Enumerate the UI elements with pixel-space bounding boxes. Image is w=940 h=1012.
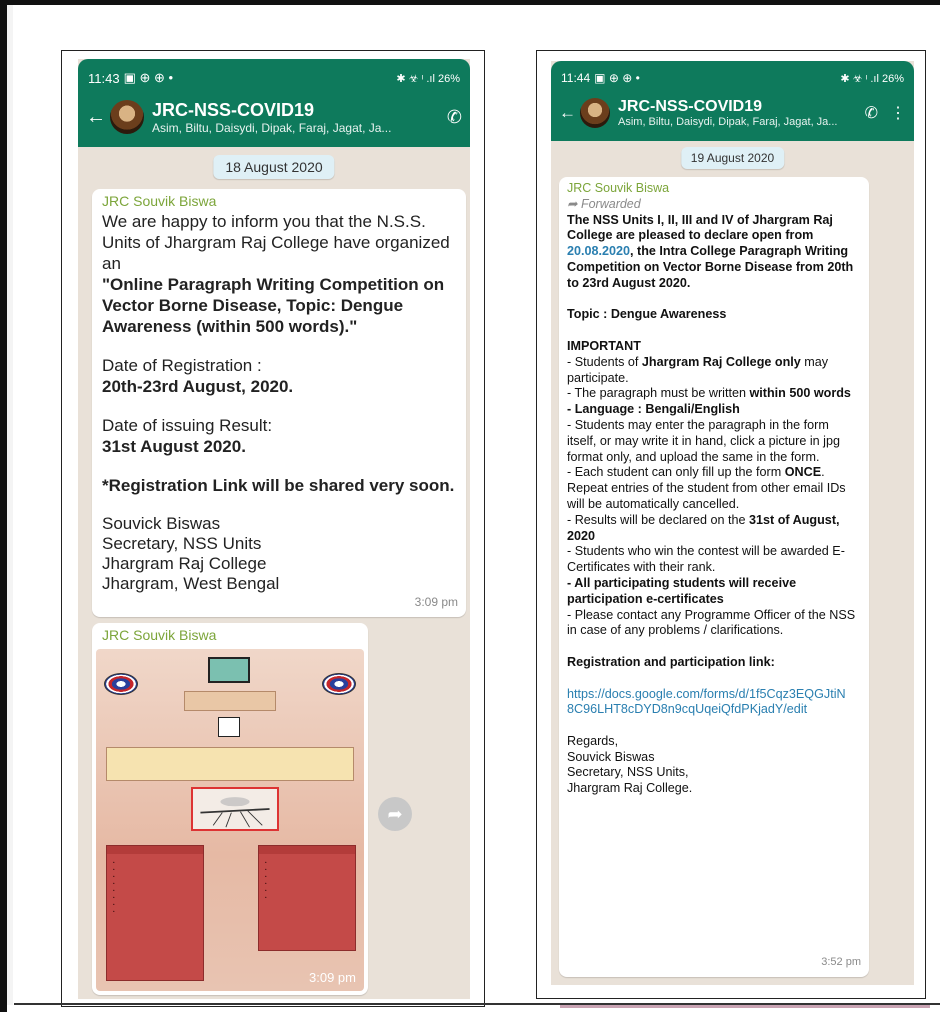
system-status-icons: ✱ ☣ ᶦ .ıl 26% [396, 72, 460, 85]
message-bubble[interactable]: JRC Souvik Biswa ➦ Forwarded The NSS Uni… [559, 177, 869, 977]
add-call-icon[interactable]: ✆ [447, 107, 462, 128]
message-time: 3:52 pm [821, 956, 861, 969]
registration-note: *Registration Link will be shared very s… [102, 476, 455, 495]
rule-item: - The paragraph must be written within 5… [567, 386, 851, 401]
phone-screen-right: 11:44 ▣ ⊕ ⊕ • ✱ ☣ ᶦ .ıl 26% ← JRC-NSS-CO… [551, 61, 914, 985]
rule-item: - Students may enter the paragraph in th… [567, 417, 840, 464]
chat-toolbar: ← JRC-NSS-COVID19 Asim, Biltu, Daisydi, … [78, 91, 470, 143]
group-avatar[interactable] [580, 98, 610, 128]
rule-item: - Please contact any Programme Officer o… [567, 607, 856, 638]
poster-image[interactable]: • • • • • • • • • • • • • • 3:09 pm [96, 649, 364, 991]
prevention-panel: • • • • • • [258, 845, 356, 951]
chat-title: JRC-NSS-COVID19 [152, 99, 315, 120]
message-sender[interactable]: JRC Souvik Biswa [102, 193, 456, 209]
competition-title: "Online Paragraph Writing Competition on… [102, 275, 445, 336]
rule-item: - Results will be declared on the 31st o… [567, 512, 840, 543]
date-link[interactable]: 20.08.2020 [567, 244, 630, 258]
chat-members: Asim, Biltu, Daisydi, Dipak, Faraj, Jaga… [152, 120, 392, 135]
date-separator: 18 August 2020 [213, 155, 335, 179]
clock: 11:44 [561, 71, 591, 85]
date-separator: 19 August 2020 [680, 147, 785, 169]
mosquito-image [191, 787, 279, 831]
signature: Souvick Biswas Secretary, NSS Units Jhar… [102, 514, 280, 593]
add-call-icon[interactable]: ✆ [865, 103, 878, 123]
forward-share-icon[interactable]: ➦ [378, 797, 412, 831]
topic: Topic : Dengue Awareness [567, 307, 727, 322]
back-arrow-icon[interactable]: ← [559, 103, 576, 123]
more-options-icon[interactable]: ⋮ [890, 103, 906, 123]
nss-emblem-icon [208, 657, 250, 683]
symptoms-panel: • • • • • • • • [106, 845, 204, 981]
rule-item: - Students of Jhargram Raj College only … [567, 354, 829, 385]
chat-toolbar: ← JRC-NSS-COVID19 Asim, Biltu, Daisydi, … [551, 89, 914, 137]
rule-item: - Language : Bengali/English [567, 402, 740, 417]
clock: 11:43 [88, 70, 120, 86]
group-avatar[interactable] [110, 100, 144, 134]
page-bottom-accent [560, 1005, 930, 1008]
forward-arrow-icon: ➦ [567, 196, 578, 211]
phone-screen-left: 11:43 ▣ ⊕ ⊕ • ✱ ☣ ᶦ .ıl 26% ← JRC-NSS-CO… [78, 59, 470, 999]
rule-item: - All participating students will receiv… [567, 575, 797, 606]
message-time: 3:09 pm [309, 970, 356, 985]
signature: Regards, Souvick Biswas Secretary, NSS U… [567, 733, 693, 796]
system-status-icons: ✱ ☣ ᶦ .ıl 26% [840, 72, 904, 85]
scan-edge [7, 5, 13, 1005]
message-time: 3:09 pm [414, 595, 458, 609]
message-sender[interactable]: JRC Souvik Biswa [102, 627, 364, 643]
screenshot-card-left: 11:43 ▣ ⊕ ⊕ • ✱ ☣ ᶦ .ıl 26% ← JRC-NSS-CO… [61, 50, 485, 1007]
poster-event-banner [106, 747, 354, 781]
registration-heading: Registration and participation link: [567, 654, 775, 669]
message-sender[interactable]: JRC Souvik Biswa [567, 181, 861, 197]
chat-title-block[interactable]: JRC-NSS-COVID19 Asim, Biltu, Daisydi, Di… [618, 98, 855, 128]
notification-icons: ▣ ⊕ ⊕ • [123, 70, 174, 85]
message-intro: The NSS Units I, II, III and IV of Jharg… [567, 212, 854, 290]
screenshot-card-right: 11:44 ▣ ⊕ ⊕ • ✱ ☣ ᶦ .ıl 26% ← JRC-NSS-CO… [536, 50, 926, 999]
college-seal-icon [322, 673, 356, 695]
rule-item: - Each student can only fill up the form… [567, 465, 846, 511]
important-heading: IMPORTANT [567, 338, 641, 353]
registration-date: Date of Registration : 20th-23rd August,… [102, 356, 294, 396]
status-bar: 11:43 ▣ ⊕ ⊕ • ✱ ☣ ᶦ .ıl 26% [78, 59, 470, 91]
message-bubble[interactable]: JRC Souvik Biswa We are happy to inform … [92, 189, 466, 617]
mosquito-icon [200, 797, 270, 828]
message-text: We are happy to inform you that the N.S.… [102, 212, 450, 336]
notification-icons: ▣ ⊕ ⊕ • [594, 71, 640, 85]
chat-header: 11:43 ▣ ⊕ ⊕ • ✱ ☣ ᶦ .ıl 26% ← JRC-NSS-CO… [78, 59, 470, 147]
back-arrow-icon[interactable]: ← [86, 106, 106, 129]
image-message-bubble[interactable]: JRC Souvik Biswa • • • • • • • • • • • •… [92, 623, 368, 995]
chat-header: 11:44 ▣ ⊕ ⊕ • ✱ ☣ ᶦ .ıl 26% ← JRC-NSS-CO… [551, 61, 914, 141]
registration-link[interactable]: https://docs.google.com/forms/d/1f5Cqz3E… [567, 687, 861, 719]
chat-title-block[interactable]: JRC-NSS-COVID19 Asim, Biltu, Daisydi, Di… [152, 100, 437, 135]
poster-header-strip [184, 691, 276, 711]
chat-title: JRC-NSS-COVID19 [618, 98, 763, 115]
chat-members: Asim, Biltu, Daisydi, Dipak, Faraj, Jaga… [618, 116, 838, 128]
college-logo-icon [218, 717, 240, 737]
college-seal-icon [104, 673, 138, 695]
result-date: Date of issuing Result: 31st August 2020… [102, 416, 273, 456]
status-bar: 11:44 ▣ ⊕ ⊕ • ✱ ☣ ᶦ .ıl 26% [551, 61, 914, 89]
forwarded-label: ➦ Forwarded [567, 196, 641, 211]
rule-item: - Students who win the contest will be a… [567, 544, 845, 575]
